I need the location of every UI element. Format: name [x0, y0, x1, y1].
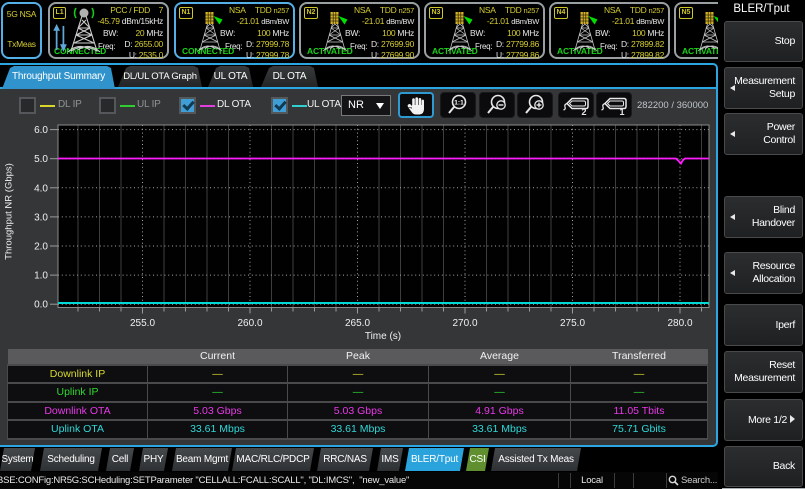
- svg-text:0.0: 0.0: [34, 300, 48, 311]
- svg-text:1.0: 1.0: [34, 271, 48, 282]
- svg-text:5.0: 5.0: [34, 154, 48, 165]
- svg-text:2: 2: [581, 107, 586, 117]
- svg-text:1: 1: [619, 107, 624, 117]
- svg-text:260.0: 260.0: [237, 318, 262, 329]
- svg-text:6.0: 6.0: [34, 125, 48, 136]
- svg-text:Time (s): Time (s): [365, 331, 401, 342]
- svg-text:2.0: 2.0: [34, 242, 48, 253]
- svg-text:4.0: 4.0: [34, 183, 48, 194]
- svg-text:255.0: 255.0: [130, 318, 155, 329]
- svg-text:3.0: 3.0: [34, 212, 48, 223]
- svg-text:280.0: 280.0: [667, 318, 692, 329]
- svg-text:275.0: 275.0: [560, 318, 585, 329]
- svg-text:270.0: 270.0: [452, 318, 477, 329]
- svg-text:265.0: 265.0: [345, 318, 370, 329]
- svg-text:1:1: 1:1: [454, 100, 464, 107]
